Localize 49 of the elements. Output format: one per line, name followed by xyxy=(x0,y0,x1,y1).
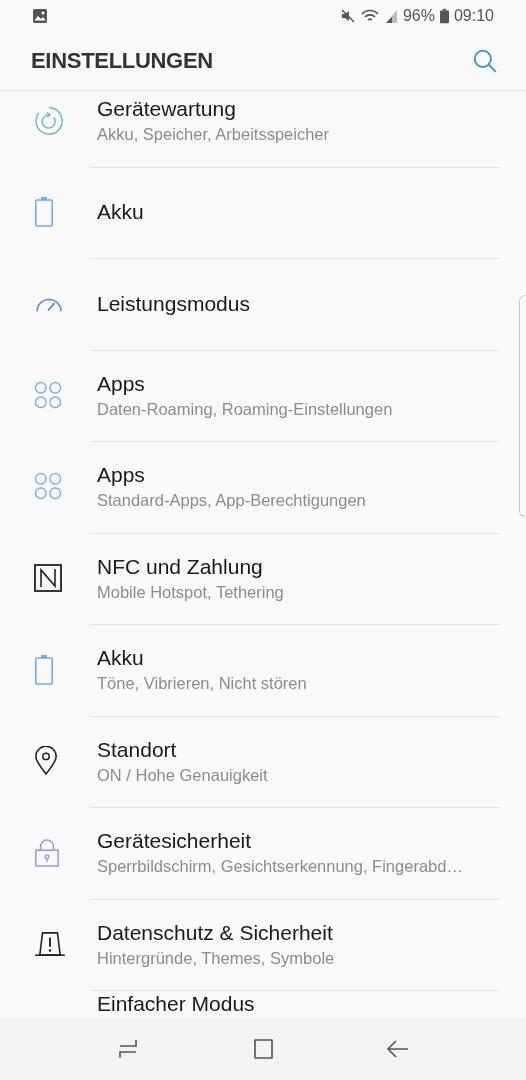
item-title: Apps xyxy=(97,463,146,488)
item-subtitle: ON / Hohe Genauigkeit xyxy=(97,765,268,785)
settings-item[interactable]: Datenschutz & Sicherheit Hintergründe, Themes, Symbole xyxy=(0,898,526,990)
item-title: Leistungsmodus xyxy=(97,291,250,316)
settings-item[interactable]: Leistungsmodus xyxy=(0,258,526,350)
battery-percent: 96% xyxy=(402,7,435,25)
item-subtitle: Sperrbildschirm, Gesichtserkennung, Fingerabd… xyxy=(97,857,463,877)
settings-item[interactable]: Gerätesicherheit Sperrbildschirm, Gesichtserkennung, Fingerabd… xyxy=(0,807,526,899)
item-subtitle: Akku, Speicher, Arbeitsspeicher xyxy=(97,125,330,145)
settings-item[interactable]: Gerätewartung Akku, Speicher, Arbeitsspeicher xyxy=(0,91,526,167)
settings-item[interactable]: Akku Töne, Vibrieren, Nicht stören xyxy=(0,624,526,716)
item-title: Standort xyxy=(97,737,178,762)
settings-item[interactable]: Einfacher Modus xyxy=(0,990,526,1018)
nfc-icon xyxy=(34,564,62,593)
warning-icon xyxy=(34,931,66,958)
item-subtitle: Standard-Apps, App-Berechtigungen xyxy=(97,491,366,511)
settings-item[interactable]: Standort ON / Hohe Genauigkeit xyxy=(0,715,526,807)
apps-grid-icon xyxy=(34,472,63,502)
screen-title: EINSTELLUNGEN xyxy=(31,48,213,74)
location-pin-icon xyxy=(34,746,58,777)
item-subtitle: Daten-Roaming, Roaming-Einstellungen xyxy=(97,399,393,419)
signal-icon xyxy=(383,8,398,24)
battery-icon xyxy=(34,196,54,229)
item-subtitle: Töne, Vibrieren, Nicht stören xyxy=(97,674,307,694)
padlock-icon xyxy=(34,837,60,868)
home-icon[interactable] xyxy=(251,1037,275,1061)
item-title: Einfacher Modus xyxy=(97,992,255,1016)
search-icon[interactable] xyxy=(472,48,498,74)
item-title: Datenschutz & Sicherheit xyxy=(97,920,334,945)
settings-item[interactable]: NFC und Zahlung Mobile Hotspot, Tethering xyxy=(0,532,526,624)
settings-item[interactable]: Apps Daten-Roaming, Roaming-Einstellungen xyxy=(0,349,526,441)
settings-item[interactable]: Akku xyxy=(0,166,526,258)
gallery-notification-icon xyxy=(32,8,48,24)
apps-grid-icon xyxy=(34,380,63,410)
clock-time: 09:10 xyxy=(453,7,494,25)
item-title: Apps xyxy=(97,371,146,396)
wifi-icon xyxy=(360,9,379,23)
item-title: Gerätewartung xyxy=(97,97,237,122)
mute-icon xyxy=(339,8,356,24)
item-subtitle: Mobile Hotspot, Tethering xyxy=(97,582,284,602)
item-title: NFC und Zahlung xyxy=(97,554,264,579)
item-title: Gerätesicherheit xyxy=(97,829,253,854)
settings-item[interactable]: Apps Standard-Apps, App-Berechtigungen xyxy=(0,441,526,533)
refresh-circle-icon xyxy=(34,105,64,136)
battery-icon xyxy=(34,653,54,686)
item-subtitle: Hintergründe, Themes, Symbole xyxy=(97,948,335,968)
item-title: Akku xyxy=(97,646,145,671)
battery-icon xyxy=(439,8,449,24)
item-title: Akku xyxy=(97,200,144,225)
